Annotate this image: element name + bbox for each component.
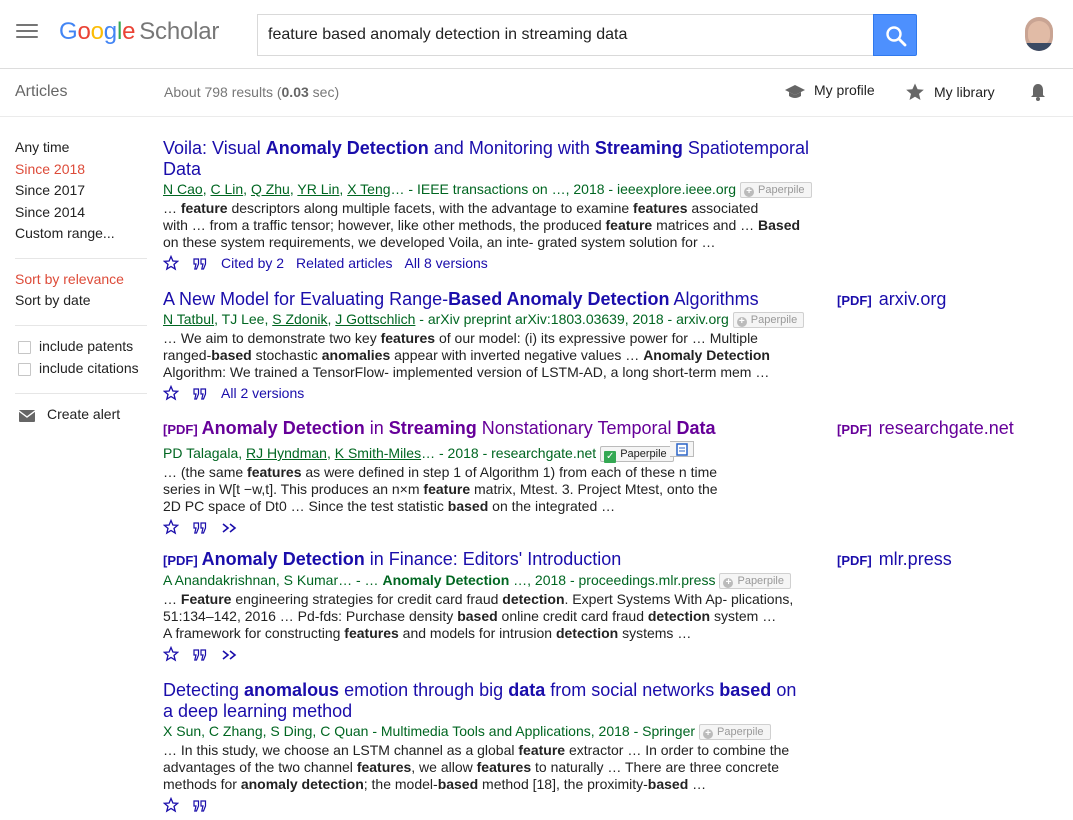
author-link[interactable]: C Lin bbox=[210, 181, 243, 197]
plus-icon: + bbox=[736, 317, 747, 327]
paperpile-button[interactable]: + Paperpile bbox=[719, 573, 791, 589]
author-link[interactable]: RJ Hyndman bbox=[246, 445, 327, 461]
search-button[interactable] bbox=[873, 14, 917, 56]
paperpile-button[interactable]: + Paperpile bbox=[732, 312, 805, 328]
save-star-icon[interactable] bbox=[163, 385, 179, 401]
author-link[interactable]: S Zdonik bbox=[272, 311, 327, 327]
paperpile-button[interactable]: + Paperpile bbox=[699, 724, 771, 740]
plus-icon: + bbox=[744, 187, 755, 197]
top-header: Google Scholar bbox=[0, 0, 1073, 69]
author-link[interactable]: X Teng bbox=[347, 181, 390, 197]
filter-any-time[interactable]: Any time bbox=[15, 139, 148, 161]
result-meta: N Tatbul, TJ Lee, S Zdonik, J Gottschlic… bbox=[163, 311, 843, 328]
cite-quote-icon[interactable] bbox=[192, 387, 208, 401]
graduation-cap-icon bbox=[785, 85, 805, 98]
result-meta: X Sun, C Zhang, S Ding, C Quan - Multime… bbox=[163, 723, 843, 740]
author-link[interactable]: YR Lin bbox=[297, 181, 339, 197]
save-star-icon[interactable] bbox=[163, 255, 179, 271]
cite-quote-icon[interactable] bbox=[192, 799, 208, 813]
cite-quote-icon[interactable] bbox=[192, 521, 208, 535]
author-link[interactable]: Q Zhu bbox=[251, 181, 290, 197]
check-icon: ✓ bbox=[604, 451, 617, 463]
include-citations-checkbox[interactable]: include citations bbox=[15, 360, 148, 382]
result-title-link[interactable]: [PDF] Anomaly Detection in Finance: Edito… bbox=[163, 549, 843, 571]
more-chevron-icon[interactable] bbox=[221, 648, 239, 662]
save-star-icon[interactable] bbox=[163, 646, 179, 662]
result-title-link[interactable]: Detecting anomalous emotion through big … bbox=[163, 680, 843, 722]
search-icon bbox=[886, 26, 907, 47]
divider bbox=[15, 324, 147, 326]
all-versions-link[interactable]: All 8 versions bbox=[405, 255, 488, 271]
result-meta: A Anandakrishnan, S Kumar… - … Anomaly D… bbox=[163, 572, 843, 589]
filter-sidebar: Any time Since 2018 Since 2017 Since 201… bbox=[15, 139, 148, 422]
result-meta: PD Talagala, RJ Hyndman, K Smith-Miles… … bbox=[163, 441, 843, 463]
search-result: [PDF] Anomaly Detection in Streaming Nons… bbox=[163, 418, 843, 536]
plus-icon: + bbox=[703, 729, 714, 739]
sort-by-relevance[interactable]: Sort by relevance bbox=[15, 271, 148, 293]
result-title-link[interactable]: Voila: Visual Anomaly Detection and Moni… bbox=[163, 138, 843, 180]
search-result: A New Model for Evaluating Range-Based A… bbox=[163, 289, 843, 402]
pdf-side-link[interactable]: [PDF] researchgate.net bbox=[837, 418, 1014, 440]
document-icon bbox=[675, 443, 688, 456]
result-snippet: … Feature engineering strategies for cre… bbox=[163, 591, 794, 641]
filter-custom-range[interactable]: Custom range... bbox=[15, 225, 148, 247]
bell-icon bbox=[1031, 84, 1045, 101]
result-actions bbox=[163, 518, 843, 536]
result-snippet: … feature descriptors along multiple fac… bbox=[163, 200, 801, 250]
related-articles-link[interactable]: Related articles bbox=[296, 255, 393, 271]
include-patents-checkbox[interactable]: include patents bbox=[15, 338, 148, 360]
result-title-link[interactable]: [PDF] Anomaly Detection in Streaming Nons… bbox=[163, 418, 843, 440]
result-title-link[interactable]: A New Model for Evaluating Range-Based A… bbox=[163, 289, 843, 310]
sort-by-date[interactable]: Sort by date bbox=[15, 292, 148, 314]
envelope-icon bbox=[18, 409, 36, 422]
search-result: [PDF] Anomaly Detection in Finance: Edito… bbox=[163, 549, 843, 663]
save-star-icon[interactable] bbox=[163, 797, 179, 813]
filter-since-2014[interactable]: Since 2014 bbox=[15, 204, 148, 226]
pdf-side-link[interactable]: [PDF] arxiv.org bbox=[837, 289, 946, 311]
author-link[interactable]: N Cao bbox=[163, 181, 203, 197]
divider bbox=[15, 257, 147, 259]
user-avatar[interactable] bbox=[1025, 17, 1053, 51]
paperpile-document-button[interactable] bbox=[669, 441, 694, 457]
star-icon bbox=[906, 83, 924, 100]
result-snippet: … In this study, we choose an LSTM chann… bbox=[163, 742, 790, 792]
paperpile-button[interactable]: ✓ Paperpile bbox=[600, 446, 674, 463]
search-result: Detecting anomalous emotion through big … bbox=[163, 680, 843, 814]
create-alert-button[interactable]: Create alert bbox=[15, 406, 148, 422]
filter-since-2018[interactable]: Since 2018 bbox=[15, 161, 148, 183]
result-snippet: … (the same features as were defined in … bbox=[163, 464, 718, 514]
save-star-icon[interactable] bbox=[163, 519, 179, 535]
cited-by-link[interactable]: Cited by 2 bbox=[221, 255, 284, 271]
alerts-button[interactable] bbox=[1030, 82, 1055, 102]
author-link[interactable]: N Tatbul bbox=[163, 311, 214, 327]
result-actions: Cited by 2 Related articles All 8 versions bbox=[163, 254, 843, 272]
more-chevron-icon[interactable] bbox=[221, 521, 239, 535]
articles-label: Articles bbox=[15, 83, 68, 100]
results-subbar: Articles About 798 results (0.03 sec) My… bbox=[0, 70, 1073, 117]
cite-quote-icon[interactable] bbox=[192, 257, 208, 271]
result-actions bbox=[163, 796, 843, 814]
result-actions: All 2 versions bbox=[163, 384, 843, 402]
search-input[interactable] bbox=[257, 14, 873, 56]
result-snippet: … We aim to demonstrate two key features… bbox=[163, 330, 770, 380]
my-profile-link[interactable]: My profile bbox=[785, 82, 875, 100]
google-scholar-logo[interactable]: Google Scholar bbox=[59, 18, 219, 46]
result-actions bbox=[163, 645, 843, 663]
search-result: Voila: Visual Anomaly Detection and Moni… bbox=[163, 138, 843, 272]
pdf-side-link[interactable]: [PDF] mlr.press bbox=[837, 549, 952, 571]
checkbox-icon[interactable] bbox=[18, 340, 31, 354]
my-library-link[interactable]: My library bbox=[905, 82, 995, 102]
divider bbox=[15, 392, 147, 394]
result-meta: N Cao, C Lin, Q Zhu, YR Lin, X Teng… - I… bbox=[163, 181, 843, 198]
hamburger-menu-icon[interactable] bbox=[16, 24, 38, 42]
author-link[interactable]: J Gottschlich bbox=[335, 311, 415, 327]
plus-icon: + bbox=[723, 578, 734, 588]
paperpile-button[interactable]: + Paperpile bbox=[740, 182, 812, 198]
filter-since-2017[interactable]: Since 2017 bbox=[15, 182, 148, 204]
author-link[interactable]: K Smith-Miles bbox=[335, 445, 421, 461]
checkbox-icon[interactable] bbox=[18, 362, 31, 376]
cite-quote-icon[interactable] bbox=[192, 648, 208, 662]
results-stats: About 798 results (0.03 sec) bbox=[164, 84, 340, 100]
all-versions-link[interactable]: All 2 versions bbox=[221, 385, 304, 401]
